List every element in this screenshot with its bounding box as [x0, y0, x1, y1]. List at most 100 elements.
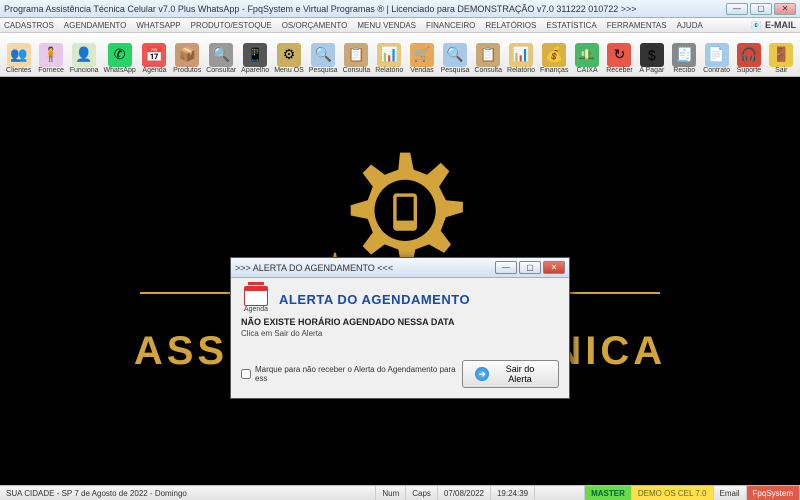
- toolbar-sair[interactable]: 🚪Sair: [767, 35, 796, 75]
- toolbar-menu os[interactable]: ⚙Menu OS: [273, 35, 305, 75]
- toolbar-label: Aparelho: [241, 67, 269, 74]
- toolbar-suporte[interactable]: 🎧Suporte: [734, 35, 763, 75]
- receber-icon: ↻: [607, 43, 631, 67]
- suporte-icon: 🎧: [737, 43, 761, 67]
- toolbar-fornece[interactable]: 🧍Fornece: [36, 35, 65, 75]
- toolbar-label: WhatsApp: [104, 67, 136, 74]
- dialog-heading: ALERTA DO AGENDAMENTO: [279, 292, 470, 307]
- maximize-button[interactable]: ▢: [750, 3, 772, 15]
- toolbar-label: Pesquisa: [441, 67, 470, 74]
- content-area: ASSISTÊNCIA TÉCNICA >>> ALERTA DO AGENDA…: [0, 77, 800, 485]
- toolbar-relatório[interactable]: 📊Relatório: [506, 35, 536, 75]
- menu-vendas[interactable]: MENU VENDAS: [357, 21, 416, 30]
- toolbar-recibo[interactable]: 🧾Recibo: [670, 35, 699, 75]
- clientes-icon: 👥: [7, 43, 31, 67]
- toolbar-relatório[interactable]: 📊Relatório: [374, 35, 404, 75]
- toolbar-a pagar[interactable]: $A Pagar: [637, 35, 666, 75]
- dialog-titlebar: >>> ALERTA DO AGENDAMENTO <<< — ▢ ✕: [231, 258, 569, 278]
- menu-relatorios[interactable]: RELATÓRIOS: [485, 21, 536, 30]
- menu-estatistica[interactable]: ESTATÍSTICA: [546, 21, 596, 30]
- fornece-icon: 🧍: [39, 43, 63, 67]
- toolbar-label: Funciona: [70, 67, 99, 74]
- toolbar-label: Sair: [775, 67, 787, 74]
- toolbar-vendas[interactable]: 🛒Vendas: [407, 35, 436, 75]
- recibo-icon: 🧾: [672, 43, 696, 67]
- dialog-message-main: NÃO EXISTE HORÁRIO AGENDADO NESSA DATA: [241, 317, 559, 327]
- consulta-icon: 📋: [344, 43, 368, 67]
- menu-whatsapp[interactable]: WHATSAPP: [136, 21, 180, 30]
- toolbar-label: Clientes: [6, 67, 31, 74]
- toolbar-label: Receber: [606, 67, 632, 74]
- dialog-minimize-button[interactable]: —: [495, 261, 517, 274]
- caixa-icon: 💵: [575, 43, 599, 67]
- toolbar-label: A Pagar: [639, 67, 664, 74]
- window-titlebar: Programa Assistência Técnica Celular v7.…: [0, 0, 800, 18]
- toolbar-agenda[interactable]: 📅Agenda: [140, 35, 169, 75]
- menu-ajuda[interactable]: AJUDA: [677, 21, 703, 30]
- toolbar-label: Pesquisa: [309, 67, 338, 74]
- toolbar-consulta[interactable]: 📋Consulta: [473, 35, 503, 75]
- status-email[interactable]: Email: [714, 486, 747, 500]
- suppress-checkbox-input[interactable]: [241, 369, 251, 379]
- sair-icon: 🚪: [769, 43, 793, 67]
- minimize-button[interactable]: —: [726, 3, 748, 15]
- a pagar-icon: $: [640, 43, 664, 67]
- toolbar-clientes[interactable]: 👥Clientes: [4, 35, 33, 75]
- toolbar-pesquisa[interactable]: 🔍Pesquisa: [440, 35, 471, 75]
- window-controls: — ▢ ✕: [726, 3, 796, 15]
- arrow-right-icon: ➜: [475, 367, 488, 381]
- status-date: 07/08/2022: [438, 486, 491, 500]
- menu-agendamento[interactable]: AGENDAMENTO: [64, 21, 127, 30]
- dialog-maximize-button[interactable]: ▢: [519, 261, 541, 274]
- close-button[interactable]: ✕: [774, 3, 796, 15]
- relatório-icon: 📊: [509, 43, 533, 67]
- toolbar-label: Consultar: [206, 67, 236, 74]
- toolbar-label: Vendas: [410, 67, 433, 74]
- menu-email[interactable]: 📧 E-MAIL: [751, 20, 796, 31]
- dialog-body: Agenda ALERTA DO AGENDAMENTO NÃO EXISTE …: [231, 278, 569, 398]
- alert-dialog: >>> ALERTA DO AGENDAMENTO <<< — ▢ ✕ Agen…: [230, 257, 570, 399]
- aparelho-icon: 📱: [243, 43, 267, 67]
- agenda-icon: 📅: [142, 43, 166, 67]
- menu-ferramentas[interactable]: FERRAMENTAS: [607, 21, 667, 30]
- dialog-exit-button[interactable]: ➜ Sair do Alerta: [462, 360, 559, 388]
- email-icon: 📧: [751, 20, 762, 31]
- status-numlock: Num: [376, 486, 406, 500]
- consultar-icon: 🔍: [209, 43, 233, 67]
- produtos-icon: 📦: [175, 43, 199, 67]
- toolbar-finanças[interactable]: 💰Finanças: [539, 35, 569, 75]
- contrato-icon: 📄: [705, 43, 729, 67]
- toolbar-consulta[interactable]: 📋Consulta: [342, 35, 372, 75]
- dialog-message-sub: Clica em Sair do Alerta: [241, 329, 559, 338]
- toolbar-label: Relatório: [507, 67, 535, 74]
- dialog-calendar-icon: Agenda: [241, 286, 271, 313]
- toolbar-caixa[interactable]: 💵CAIXA: [572, 35, 601, 75]
- toolbar-whatsapp[interactable]: ✆WhatsApp: [103, 35, 137, 75]
- toolbar-receber[interactable]: ↻Receber: [605, 35, 634, 75]
- menu-os[interactable]: OS/ORÇAMENTO: [282, 21, 348, 30]
- toolbar-contrato[interactable]: 📄Contrato: [702, 35, 731, 75]
- toolbar-aparelho[interactable]: 📱Aparelho: [240, 35, 270, 75]
- menu-produto[interactable]: PRODUTO/ESTOQUE: [191, 21, 272, 30]
- toolbar-label: Finanças: [540, 67, 568, 74]
- menu-bar: CADASTROS AGENDAMENTO WHATSAPP PRODUTO/E…: [0, 18, 800, 33]
- toolbar-pesquisa[interactable]: 🔍Pesquisa: [308, 35, 339, 75]
- dialog-suppress-checkbox[interactable]: Marque para não receber o Alerta do Agen…: [241, 365, 462, 383]
- toolbar-produtos[interactable]: 📦Produtos: [172, 35, 202, 75]
- window-title: Programa Assistência Técnica Celular v7.…: [4, 4, 726, 14]
- dialog-close-button[interactable]: ✕: [543, 261, 565, 274]
- status-database: DEMO OS CEL 7.0: [632, 486, 714, 500]
- finanças-icon: 💰: [542, 43, 566, 67]
- status-brand[interactable]: FpqSystem: [747, 486, 800, 500]
- toolbar-consultar[interactable]: 🔍Consultar: [205, 35, 237, 75]
- relatório-icon: 📊: [377, 43, 401, 67]
- menu os-icon: ⚙: [277, 43, 301, 67]
- toolbar-label: Relatório: [375, 67, 403, 74]
- status-user: MASTER: [585, 486, 632, 500]
- main-toolbar: 👥Clientes🧍Fornece👤Funciona✆WhatsApp📅Agen…: [0, 33, 800, 77]
- vendas-icon: 🛒: [410, 43, 434, 67]
- toolbar-funciona[interactable]: 👤Funciona: [69, 35, 100, 75]
- menu-financeiro[interactable]: FINANCEIRO: [426, 21, 475, 30]
- toolbar-label: Agenda: [142, 67, 166, 74]
- menu-cadastros[interactable]: CADASTROS: [4, 21, 54, 30]
